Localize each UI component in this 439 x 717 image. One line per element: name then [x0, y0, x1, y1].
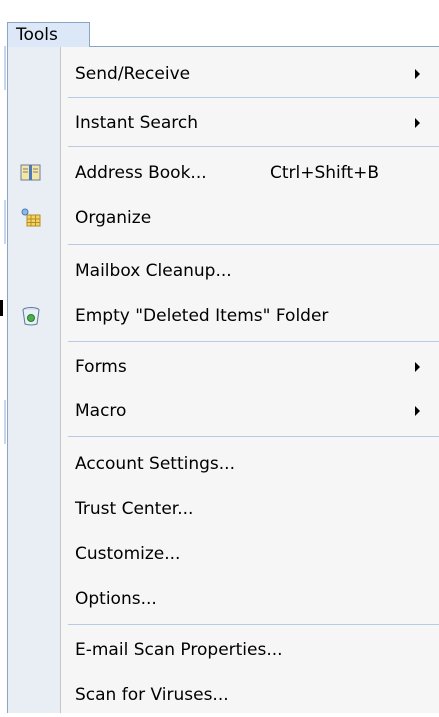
organize-icon — [20, 207, 42, 229]
menu-item-account-settings[interactable]: Account Settings... — [8, 442, 439, 486]
menu-item-trust-center[interactable]: Trust Center... — [8, 487, 439, 531]
background-edge-mark — [0, 300, 3, 316]
menu-item-label: Customize... — [75, 544, 181, 564]
menu-item-address-book[interactable]: Address Book... Ctrl+Shift+B — [8, 151, 439, 195]
menu-item-mailbox-cleanup[interactable]: Mailbox Cleanup... — [8, 249, 439, 293]
menu-separator — [68, 146, 439, 147]
menu-item-label: Instant Search — [75, 113, 198, 133]
background-edge-line — [4, 400, 6, 444]
submenu-arrow-icon — [415, 406, 420, 416]
menu-separator — [68, 436, 439, 437]
menu-item-label: Options... — [75, 589, 157, 609]
menu-item-label: Scan for Viruses... — [75, 685, 229, 705]
menu-item-options[interactable]: Options... — [8, 577, 439, 621]
menu-item-send-receive[interactable]: Send/Receive — [8, 52, 439, 96]
menu-item-macro[interactable]: Macro — [8, 389, 439, 433]
menu-item-scan-for-viruses[interactable]: Scan for Viruses... — [8, 673, 439, 717]
menu-item-organize[interactable]: Organize — [8, 196, 439, 240]
menu-item-shortcut: Ctrl+Shift+B — [270, 163, 380, 183]
menu-separator — [68, 341, 439, 342]
submenu-arrow-icon — [415, 118, 420, 128]
menu-item-label: Forms — [75, 357, 127, 377]
menu-item-label: Empty "Deleted Items" Folder — [75, 306, 329, 326]
background-edge — [0, 0, 7, 713]
recycle-bin-icon — [20, 305, 42, 327]
menu-item-label: Trust Center... — [75, 499, 194, 519]
menu-item-label: Macro — [75, 401, 127, 421]
menu-item-label: Mailbox Cleanup... — [75, 261, 232, 281]
menu-separator — [68, 244, 439, 245]
menu-item-label: Send/Receive — [75, 64, 191, 84]
menu-item-label: Address Book... — [75, 163, 207, 183]
menu-item-label: E-mail Scan Properties... — [75, 640, 283, 660]
menu-item-empty-deleted-items[interactable]: Empty "Deleted Items" Folder — [8, 294, 439, 338]
menu-separator — [68, 97, 439, 98]
menu-item-label: Organize — [75, 208, 152, 228]
submenu-arrow-icon — [415, 362, 420, 372]
background-edge-line — [4, 46, 6, 90]
background-edge-line — [4, 200, 6, 244]
menu-bar: Tools — [0, 0, 439, 47]
tools-menu-tab[interactable]: Tools — [7, 22, 90, 47]
menu-item-customize[interactable]: Customize... — [8, 532, 439, 576]
menu-item-forms[interactable]: Forms — [8, 345, 439, 389]
menu-item-instant-search[interactable]: Instant Search — [8, 101, 439, 145]
menu-item-email-scan-properties[interactable]: E-mail Scan Properties... — [8, 628, 439, 672]
menu-item-label: Account Settings... — [75, 454, 235, 474]
address-book-icon — [20, 162, 42, 184]
tools-menu-label: Tools — [16, 25, 58, 45]
menu-separator — [68, 624, 439, 625]
tools-dropdown-menu: Send/Receive Instant Search Address Book… — [7, 46, 439, 713]
submenu-arrow-icon — [415, 69, 420, 79]
